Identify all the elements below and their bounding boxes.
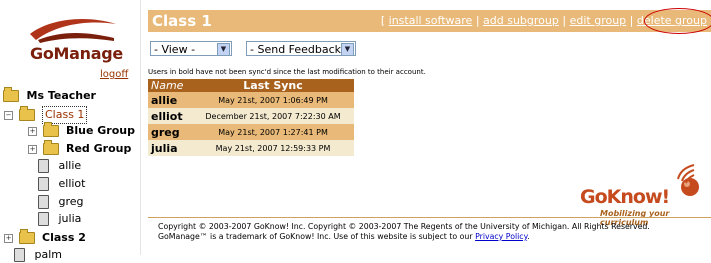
tree-node-blue-group[interactable]: + Blue Group	[28, 122, 135, 139]
handheld-device-icon	[38, 212, 49, 226]
privacy-policy-link[interactable]: Privacy Policy	[475, 232, 527, 241]
student-name: elliot	[148, 108, 193, 124]
table-row[interactable]: allie May 21st, 2007 1:06:49 PM	[148, 92, 354, 108]
tree-node-student[interactable]: elliot	[38, 176, 85, 192]
tree-label-class-2: Class 2	[42, 231, 86, 244]
handheld-device-icon	[14, 248, 25, 262]
view-select[interactable]: - View - ▼	[150, 41, 232, 56]
logoff-link[interactable]: logoff	[100, 69, 128, 80]
copyright-notice: Copyright © 2003-2007 GoKnow! Inc. Copyr…	[158, 222, 650, 242]
student-name: allie	[148, 92, 193, 108]
expand-icon[interactable]: +	[28, 126, 37, 136]
separator: |	[629, 14, 634, 27]
tree-node-class-1[interactable]: − Class 1	[4, 106, 88, 124]
tree-label-red-group: Red Group	[66, 142, 132, 155]
tree-node-class-2[interactable]: + Class 2	[4, 229, 86, 246]
tree-label-student: elliot	[58, 177, 86, 190]
folder-icon	[42, 140, 59, 155]
tree-label-student: julia	[58, 212, 82, 225]
folder-icon	[42, 122, 59, 137]
last-sync-date: May 21st, 2007 1:06:49 PM	[192, 92, 354, 108]
separator: |	[475, 14, 480, 27]
tree-node-ms-teacher[interactable]: Ms Teacher	[3, 87, 97, 104]
copyright-line-2-text: GoManage™ is a trademark of GoKnow! Inc.…	[158, 232, 476, 241]
table-row[interactable]: greg May 21st, 2007 1:27:41 PM	[148, 124, 354, 140]
tree-label-student: allie	[58, 159, 82, 172]
copyright-line-1: Copyright © 2003-2007 GoKnow! Inc. Copyr…	[158, 222, 650, 231]
edit-group-link[interactable]: edit group	[570, 14, 627, 27]
handheld-device-icon	[38, 177, 49, 191]
handheld-device-icon	[38, 159, 49, 173]
dropdown-arrow-icon[interactable]: ▼	[217, 43, 230, 56]
add-subgroup-link[interactable]: add subgroup	[483, 14, 559, 27]
folder-open-icon	[18, 106, 35, 121]
column-header-last-sync[interactable]: Last Sync	[192, 79, 354, 92]
brand-name: GoManage	[30, 44, 123, 63]
last-sync-date: May 21st, 2007 1:27:41 PM	[192, 124, 354, 140]
footer-divider	[148, 217, 711, 218]
tree-label-blue-group: Blue Group	[66, 124, 135, 137]
handheld-device-icon	[38, 195, 49, 209]
tree-node-student[interactable]: greg	[38, 194, 84, 210]
table-row[interactable]: elliot December 21st, 2007 7:22:30 AM	[148, 108, 354, 124]
folder-icon	[18, 229, 35, 244]
feedback-select-value: - Send Feedback -	[250, 43, 349, 56]
sidebar: GoManage logoff Ms Teacher − Class 1 + B…	[0, 0, 141, 262]
table-row[interactable]: julia May 21st, 2007 12:59:33 PM	[148, 140, 354, 156]
table-header-row: Name Last Sync	[148, 79, 354, 92]
expand-icon[interactable]: +	[28, 144, 37, 154]
group-header-bar: Class 1 [ install software | add subgrou…	[148, 10, 711, 32]
send-feedback-select[interactable]: - Send Feedback - ▼	[246, 41, 356, 56]
expand-icon[interactable]: +	[4, 233, 13, 243]
last-sync-date: May 21st, 2007 12:59:33 PM	[192, 140, 354, 156]
sync-table: Name Last Sync allie May 21st, 2007 1:06…	[148, 79, 354, 156]
tree-label-student: greg	[58, 195, 84, 208]
last-sync-date: December 21st, 2007 7:22:30 AM	[192, 108, 354, 124]
sync-note: Users in bold have not been sync'd since…	[148, 68, 426, 76]
collapse-icon[interactable]: −	[4, 110, 13, 120]
goknow-logo-text: GoKnow!	[580, 186, 670, 208]
column-header-name[interactable]: Name	[148, 79, 193, 92]
install-software-link[interactable]: install software	[389, 14, 473, 27]
page-title: Class 1	[152, 12, 212, 30]
view-select-value: - View -	[154, 43, 196, 56]
folder-open-icon	[3, 87, 19, 102]
dropdown-arrow-icon[interactable]: ▼	[341, 43, 354, 56]
separator: |	[562, 14, 567, 27]
student-name: julia	[148, 140, 193, 156]
highlight-circle	[644, 8, 711, 34]
student-name: greg	[148, 124, 193, 140]
bracket-open: [	[380, 14, 386, 27]
tree-node-palm[interactable]: palm	[14, 247, 62, 263]
tree-node-student[interactable]: julia	[38, 211, 81, 227]
tree-label-palm: palm	[34, 248, 63, 261]
copyright-line-2: GoManage™ is a trademark of GoKnow! Inc.…	[158, 232, 650, 242]
tree-node-red-group[interactable]: + Red Group	[28, 140, 132, 157]
gomanage-logo-swoosh	[30, 19, 116, 43]
copyright-line-2-end: .	[527, 232, 530, 241]
tree-label-root: Ms Teacher	[26, 89, 97, 102]
tree-node-student[interactable]: allie	[38, 158, 81, 174]
